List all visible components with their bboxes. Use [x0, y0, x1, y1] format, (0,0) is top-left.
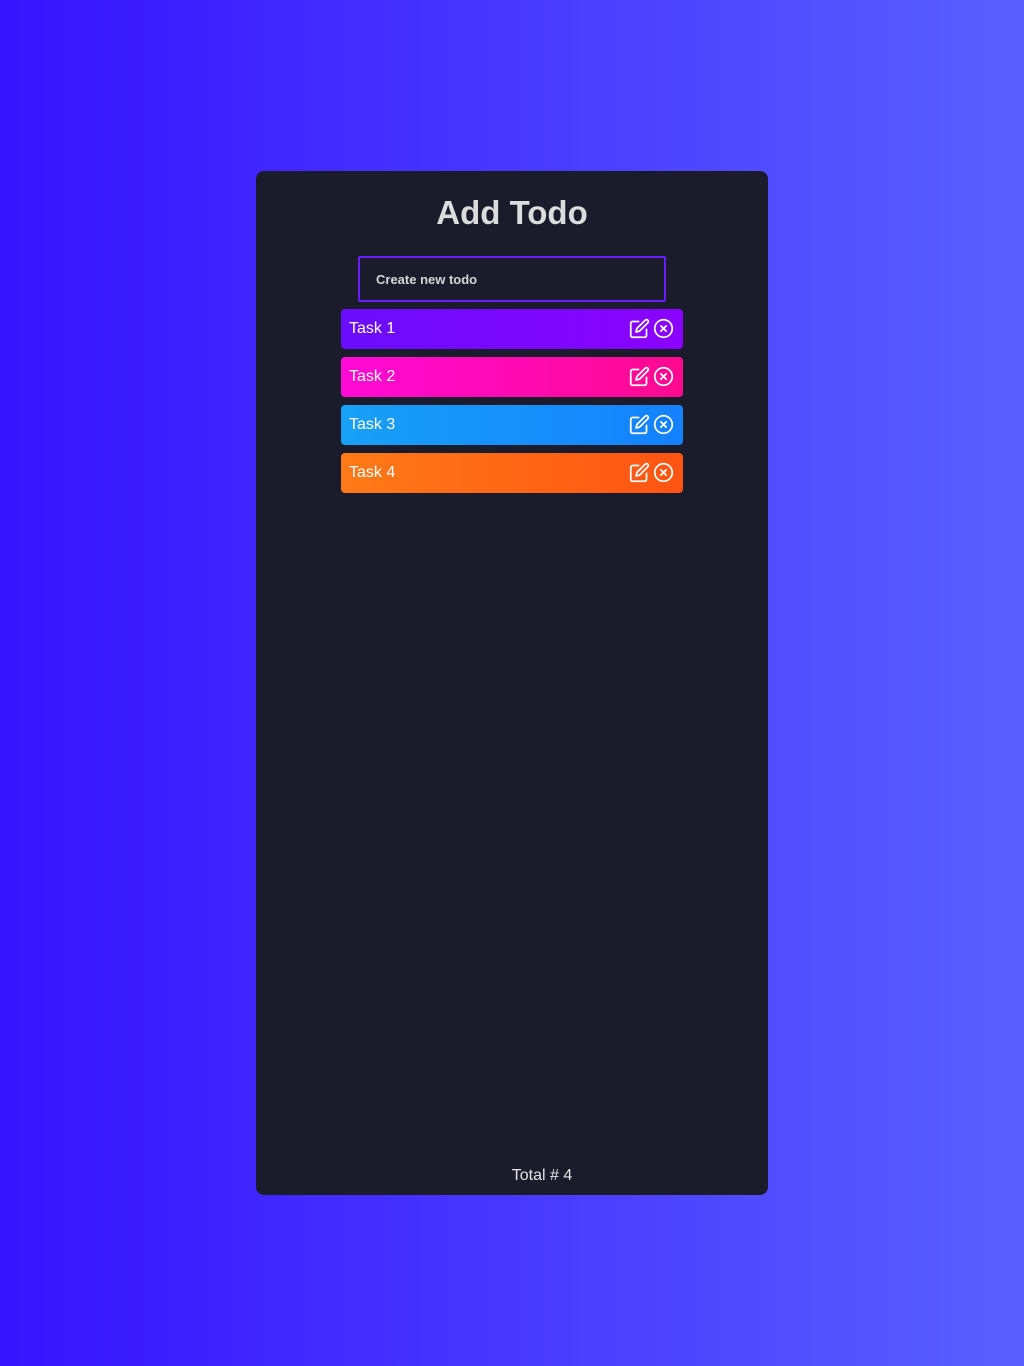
- new-todo-input[interactable]: [358, 256, 666, 302]
- todo-item[interactable]: Task 2: [341, 357, 683, 397]
- todo-label: Task 1: [349, 320, 396, 337]
- todo-label: Task 2: [349, 368, 396, 385]
- page-title: Add Todo: [436, 194, 588, 231]
- close-circle-icon[interactable]: [653, 462, 674, 483]
- edit-icon[interactable]: [629, 462, 650, 483]
- total-count: Total # 4: [511, 1167, 573, 1184]
- todo-label: Task 4: [349, 464, 396, 481]
- todo-actions: [629, 414, 674, 435]
- close-circle-icon[interactable]: [653, 414, 674, 435]
- todo-label: Task 3: [349, 416, 396, 433]
- edit-icon[interactable]: [629, 366, 650, 387]
- todo-actions: [629, 462, 674, 483]
- todo-actions: [629, 318, 674, 339]
- close-circle-icon[interactable]: [653, 318, 674, 339]
- todo-item[interactable]: Task 3: [341, 405, 683, 445]
- todo-actions: [629, 366, 674, 387]
- todo-item[interactable]: Task 1: [341, 309, 683, 349]
- close-circle-icon[interactable]: [653, 366, 674, 387]
- todo-item[interactable]: Task 4: [341, 453, 683, 493]
- todo-card: Add Todo Task 1: [256, 171, 768, 1195]
- edit-icon[interactable]: [629, 318, 650, 339]
- edit-icon[interactable]: [629, 414, 650, 435]
- todo-list: Task 1 Task 2 Task 3 Task 4: [341, 309, 683, 501]
